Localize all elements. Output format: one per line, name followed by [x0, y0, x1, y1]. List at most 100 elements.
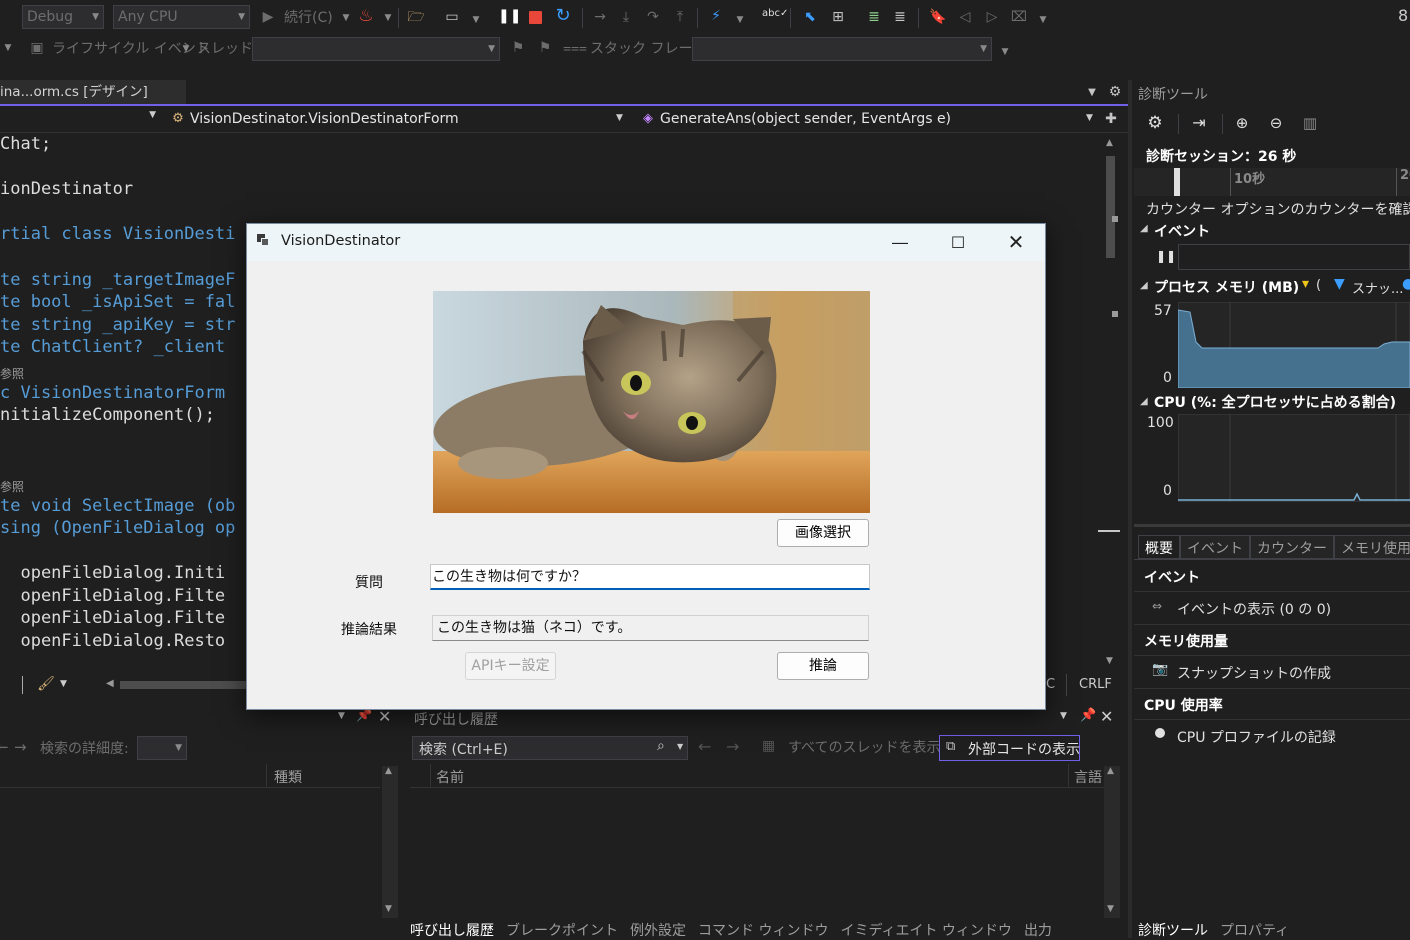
chevron-down-icon[interactable]: ▼: [730, 10, 750, 30]
close-icon[interactable]: ✕: [1100, 707, 1113, 726]
api-key-settings-button[interactable]: APIキー設定: [465, 652, 556, 680]
select-element-icon[interactable]: ⬉: [800, 7, 820, 27]
pause-icon[interactable]: ❚❚: [498, 6, 521, 26]
take-snapshot-button[interactable]: スナップショットの作成: [1177, 663, 1331, 683]
diagnostics-tab-3[interactable]: メモリ使用量: [1334, 535, 1410, 559]
tab-3[interactable]: コマンド ウィンドウ: [698, 920, 828, 940]
thread-dropdown[interactable]: ▼: [252, 37, 500, 61]
chevron-down-icon[interactable]: ▼: [1033, 10, 1053, 30]
chevron-down-icon[interactable]: ▼: [1086, 113, 1093, 123]
brush-icon[interactable]: 🖌: [36, 674, 56, 694]
call-stack-search-input[interactable]: 検索 (Ctrl+E) ⌕ ▼: [412, 736, 688, 760]
pin-icon[interactable]: 📌: [356, 708, 372, 723]
scroll-up-icon[interactable]: ▲: [1106, 138, 1113, 148]
select-image-button[interactable]: 画像選択: [777, 519, 869, 547]
tab-0[interactable]: 診断ツール: [1138, 920, 1208, 940]
chevron-down-icon[interactable]: ▼: [378, 8, 398, 28]
pause-icon[interactable]: ❚❚: [1156, 249, 1176, 263]
column-type-header[interactable]: 種類: [274, 767, 302, 787]
scroll-down-icon[interactable]: ▼: [1107, 904, 1114, 914]
collapse-icon[interactable]: ◢: [1140, 396, 1148, 407]
prev-bookmark-icon[interactable]: ◁: [955, 7, 975, 27]
chevron-down-icon[interactable]: ▼: [0, 38, 18, 58]
show-external-code-toggle[interactable]: ⧉ 外部コードの表示: [939, 735, 1080, 761]
tab-4[interactable]: イミディエイト ウィンドウ: [840, 920, 1011, 940]
filter-icon[interactable]: ⩶: [563, 38, 587, 58]
indent-icon[interactable]: ≣: [864, 7, 884, 27]
search-detail-dropdown[interactable]: ▼: [137, 736, 187, 760]
vertical-scrollbar[interactable]: ▲ ▼: [1104, 766, 1120, 918]
tab-list-dropdown-icon[interactable]: ▼: [1082, 83, 1102, 103]
scrollbar-thumb[interactable]: [1106, 156, 1115, 258]
bookmark-icon[interactable]: 🔖: [928, 7, 948, 27]
collapse-icon[interactable]: ◢: [1140, 280, 1148, 291]
split-editor-icon[interactable]: ✚: [1101, 109, 1121, 129]
outdent-icon[interactable]: ≣: [890, 7, 910, 27]
question-input[interactable]: この生き物は何ですか？: [430, 564, 870, 590]
infer-button[interactable]: 推論: [777, 652, 869, 680]
show-events-link[interactable]: イベントの表示 (0 の 0): [1177, 599, 1331, 619]
folder-open-icon[interactable]: 🗁: [406, 7, 426, 27]
pane-dropdown-icon[interactable]: ▼: [1060, 711, 1067, 721]
scroll-down-icon[interactable]: ▼: [1106, 656, 1113, 666]
timeline-marker[interactable]: [1174, 168, 1180, 196]
back-arrow-icon[interactable]: ←: [0, 738, 9, 756]
config-dropdown[interactable]: Debug ▼: [22, 5, 104, 29]
nav-member-dropdown[interactable]: GenerateAns(object sender, EventArgs e): [660, 111, 951, 127]
tab-1[interactable]: ブレークポイント: [506, 920, 618, 940]
chart-bars-icon[interactable]: ▥: [1300, 113, 1320, 133]
chevron-down-icon[interactable]: ▼: [616, 113, 623, 123]
pane-dropdown-icon[interactable]: ▼: [338, 711, 345, 721]
zoom-out-icon[interactable]: ⊖: [1266, 113, 1286, 133]
tab-0[interactable]: 呼び出し履歴: [410, 920, 494, 940]
horizontal-scrollbar-thumb[interactable]: [120, 681, 246, 689]
nav-project-dropdown[interactable]: ▼: [0, 108, 160, 132]
gear-icon[interactable]: ⚙: [1145, 113, 1165, 133]
stack-frame-dropdown[interactable]: ▼: [692, 37, 992, 61]
splitter[interactable]: [1134, 524, 1410, 527]
tab-5[interactable]: 出力: [1024, 920, 1052, 940]
zoom-in-icon[interactable]: ⊕: [1232, 113, 1252, 133]
forward-arrow-icon[interactable]: →: [726, 737, 739, 756]
continue-button[interactable]: 続行(C): [284, 8, 333, 28]
show-all-threads-button[interactable]: すべてのスレッドを表示: [788, 738, 940, 758]
hot-path-icon[interactable]: ⚡: [706, 6, 726, 26]
stop-icon[interactable]: [529, 11, 542, 24]
scroll-left-icon[interactable]: ◀: [106, 678, 114, 689]
encoding-indicator[interactable]: C: [1046, 677, 1055, 692]
editor-vertical-scrollbar[interactable]: ▲ ▼: [1098, 138, 1120, 672]
platform-dropdown[interactable]: Any CPU ▼: [113, 5, 250, 29]
window-title-bar[interactable]: VisionDestinator ― ☐ ✕: [247, 224, 1045, 261]
chevron-down-icon[interactable]: ▼: [995, 42, 1015, 62]
tab-designer[interactable]: ina...orm.cs [デザイン]: [0, 80, 186, 104]
chevron-down-icon[interactable]: ▼: [336, 8, 356, 28]
tab-1[interactable]: プロパティ: [1220, 920, 1289, 940]
column-language-header[interactable]: 言語: [1074, 767, 1102, 787]
chevron-down-icon[interactable]: ▼: [60, 679, 67, 689]
collapse-icon[interactable]: ◢: [1140, 223, 1148, 234]
show-next-statement-icon[interactable]: →: [590, 7, 610, 27]
step-over-icon[interactable]: ↷: [643, 7, 663, 27]
spell-check-icon[interactable]: abc✓: [762, 4, 788, 24]
hierarchy-icon[interactable]: ⊞: [828, 7, 848, 27]
vertical-scrollbar[interactable]: ▲ ▼: [382, 766, 398, 918]
nav-class-dropdown[interactable]: VisionDestinator.VisionDestinatorForm: [190, 111, 459, 127]
chevron-down-icon[interactable]: ▼: [677, 742, 683, 751]
scroll-down-icon[interactable]: ▼: [385, 904, 392, 914]
search-icon[interactable]: ⌕: [657, 738, 665, 754]
step-out-icon[interactable]: ⤒: [670, 7, 690, 27]
scroll-up-icon[interactable]: ▲: [1107, 766, 1114, 776]
flag-all-icon[interactable]: ⚑: [535, 38, 555, 58]
back-arrow-icon[interactable]: ←: [698, 737, 711, 756]
flag-icon[interactable]: ⚑: [508, 38, 528, 58]
next-bookmark-icon[interactable]: ▷: [982, 7, 1002, 27]
window-layout-icon[interactable]: ▭: [442, 7, 462, 27]
chevron-down-icon[interactable]: ▼: [466, 10, 486, 30]
timeline-ruler[interactable]: 10秒 20: [1134, 168, 1410, 196]
tab-2[interactable]: 例外設定: [630, 920, 686, 940]
column-name-header[interactable]: 名前: [436, 767, 464, 787]
close-button[interactable]: ✕: [987, 224, 1045, 261]
minimize-button[interactable]: ―: [871, 224, 929, 261]
diagnostics-tab-1[interactable]: イベント: [1180, 535, 1250, 559]
chevron-down-icon[interactable]: ▼: [176, 39, 196, 59]
